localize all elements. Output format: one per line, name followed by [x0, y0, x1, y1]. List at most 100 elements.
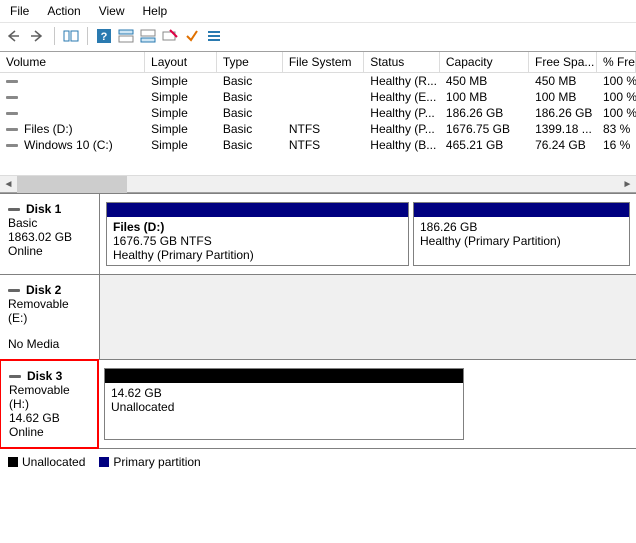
cell-type: Basic	[217, 105, 283, 121]
partition-name: Files (D:)	[113, 220, 402, 234]
cell-type: Basic	[217, 121, 283, 137]
disk-info[interactable]: Disk 3 Removable (H:) 14.62 GB Online	[0, 359, 99, 449]
disk-type: Removable (E:)	[8, 297, 91, 325]
partition-detail: 1676.75 GB NTFS	[113, 234, 402, 248]
col-type[interactable]: Type	[217, 52, 283, 73]
col-freespace[interactable]: Free Spa...	[529, 52, 597, 73]
action-icon[interactable]	[160, 26, 180, 46]
menu-view[interactable]: View	[99, 4, 125, 18]
col-layout[interactable]: Layout	[145, 52, 217, 73]
disk-title: Disk 1	[26, 202, 61, 216]
col-pctfree[interactable]: % Fre	[597, 52, 636, 73]
cell-pct: 16 %	[597, 137, 636, 153]
forward-icon[interactable]	[28, 26, 48, 46]
list-icon[interactable]	[204, 26, 224, 46]
disk-graphical-pane: Disk 1 Basic 1863.02 GB Online Files (D:…	[0, 193, 636, 448]
partition-block[interactable]: 14.62 GB Unallocated	[104, 368, 464, 440]
disk-info[interactable]: Disk 2 Removable (E:) No Media	[0, 275, 100, 359]
cell-status: Healthy (R...	[364, 73, 440, 89]
legend-unallocated: Unallocated	[8, 455, 85, 469]
toolbar: ?	[0, 23, 636, 52]
disk-info[interactable]: Disk 1 Basic 1863.02 GB Online	[0, 194, 100, 274]
cell-free: 1399.18 ...	[529, 121, 597, 137]
cell-type: Basic	[217, 137, 283, 153]
cell-layout: Simple	[145, 73, 217, 89]
scroll-thumb[interactable]	[17, 176, 127, 193]
disk-row: Disk 1 Basic 1863.02 GB Online Files (D:…	[0, 193, 636, 274]
cell-capacity: 186.26 GB	[440, 105, 529, 121]
table-row[interactable]: Simple Basic Healthy (R... 450 MB 450 MB…	[0, 73, 636, 89]
disk-icon	[8, 287, 22, 295]
cell-status: Healthy (E...	[364, 89, 440, 105]
partition-detail: 186.26 GB	[420, 220, 623, 234]
settings-bottom-icon[interactable]	[138, 26, 158, 46]
partition-block[interactable]: Files (D:) 1676.75 GB NTFS Healthy (Prim…	[106, 202, 409, 266]
partition-block[interactable]: 186.26 GB Healthy (Primary Partition)	[413, 202, 630, 266]
col-filesystem[interactable]: File System	[283, 52, 364, 73]
disk-type: Basic	[8, 216, 91, 230]
table-row[interactable]: Simple Basic Healthy (P... 186.26 GB 186…	[0, 105, 636, 121]
legend-primary: Primary partition	[99, 455, 200, 469]
cell-type: Basic	[217, 73, 283, 89]
col-volume[interactable]: Volume	[0, 52, 145, 73]
swatch-unallocated	[8, 457, 18, 467]
menu-help[interactable]: Help	[143, 4, 168, 18]
menu-file[interactable]: File	[10, 4, 29, 18]
table-row[interactable]: Simple Basic Healthy (E... 100 MB 100 MB…	[0, 89, 636, 105]
disk-size: 14.62 GB	[9, 411, 89, 425]
disk-state: Online	[8, 244, 91, 258]
check-icon[interactable]	[182, 26, 202, 46]
cell-layout: Simple	[145, 89, 217, 105]
disk-state: No Media	[8, 325, 91, 351]
partition-bar	[107, 203, 408, 217]
cell-free: 186.26 GB	[529, 105, 597, 121]
cell-fs	[283, 105, 364, 121]
cell-free: 100 MB	[529, 89, 597, 105]
table-row[interactable]: Windows 10 (C:) Simple Basic NTFS Health…	[0, 137, 636, 153]
partition-bar	[105, 369, 463, 383]
scroll-right-icon[interactable]: ►	[619, 176, 636, 193]
menu-action[interactable]: Action	[47, 4, 80, 18]
toolbar-separator	[87, 27, 88, 45]
horizontal-scrollbar[interactable]: ◄ ►	[0, 175, 636, 192]
disk-icon	[9, 373, 23, 381]
scroll-left-icon[interactable]: ◄	[0, 176, 17, 193]
cell-capacity: 450 MB	[440, 73, 529, 89]
volume-icon	[6, 110, 20, 118]
toolbar-separator	[54, 27, 55, 45]
cell-status: Healthy (P...	[364, 105, 440, 121]
cell-layout: Simple	[145, 121, 217, 137]
disk-title: Disk 2	[26, 283, 61, 297]
table-row[interactable]: Files (D:) Simple Basic NTFS Healthy (P.…	[0, 121, 636, 137]
cell-volume: Windows 10 (C:)	[24, 138, 113, 152]
cell-pct: 100 %	[597, 89, 636, 105]
cell-layout: Simple	[145, 137, 217, 153]
settings-top-icon[interactable]	[116, 26, 136, 46]
cell-capacity: 100 MB	[440, 89, 529, 105]
disk-state: Online	[9, 425, 89, 439]
cell-volume: Files (D:)	[24, 122, 73, 136]
col-capacity[interactable]: Capacity	[440, 52, 529, 73]
disk-row: Disk 2 Removable (E:) No Media	[0, 274, 636, 359]
disk-row: Disk 3 Removable (H:) 14.62 GB Online 14…	[0, 359, 636, 448]
help-icon[interactable]: ?	[94, 26, 114, 46]
cell-free: 76.24 GB	[529, 137, 597, 153]
partition-health: Unallocated	[111, 400, 457, 414]
svg-text:?: ?	[101, 31, 108, 43]
cell-pct: 83 %	[597, 121, 636, 137]
back-icon[interactable]	[6, 26, 26, 46]
disk-title: Disk 3	[27, 369, 62, 383]
disk-size: 1863.02 GB	[8, 230, 91, 244]
col-status[interactable]: Status	[364, 52, 440, 73]
volume-icon	[6, 142, 20, 150]
show-hide-icon[interactable]	[61, 26, 81, 46]
volume-icon	[6, 78, 20, 86]
disk-type: Removable (H:)	[9, 383, 89, 411]
partition-health: Healthy (Primary Partition)	[113, 248, 402, 262]
cell-free: 450 MB	[529, 73, 597, 89]
partition-bar	[414, 203, 629, 217]
cell-fs: NTFS	[283, 121, 364, 137]
cell-pct: 100 %	[597, 105, 636, 121]
menubar: File Action View Help	[0, 0, 636, 23]
cell-pct: 100 %	[597, 73, 636, 89]
